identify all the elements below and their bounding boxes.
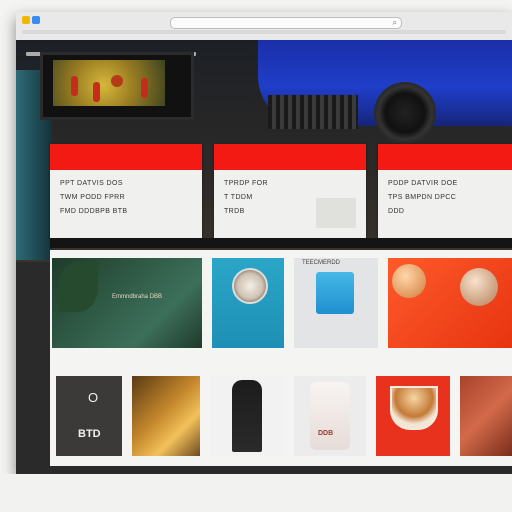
gallery-tile-apparel[interactable]: DDB — [294, 376, 366, 456]
card-text-line: FMD DDDBPB BTB — [60, 208, 128, 215]
gallery-tile-market[interactable] — [460, 376, 512, 456]
promo-card[interactable]: TPRDP FOR T TDDM TRDB — [214, 144, 366, 238]
orb-image — [392, 264, 426, 298]
tab-favicon[interactable] — [22, 16, 30, 24]
card-text-line: TWM PODD FPRR — [60, 194, 126, 201]
orb-image — [460, 268, 498, 306]
monitor-image — [40, 52, 194, 120]
gallery-tile-amber[interactable] — [132, 376, 200, 456]
card-header — [50, 144, 202, 170]
card-text-line: PPT DATVIS DOS — [60, 180, 123, 187]
product-gallery: Emmndbraha DBB TEECMERDD O BTD DDB — [50, 250, 512, 466]
tile-caption: TEECMERDD — [302, 260, 341, 266]
watch-icon — [232, 268, 268, 304]
monitor-screen — [53, 60, 165, 106]
gallery-tile-orange[interactable] — [388, 258, 512, 348]
card-thumbnail — [316, 198, 356, 228]
screen-figure — [141, 78, 148, 98]
card-text-line: PDDP DATVIR DOE — [388, 180, 458, 187]
hero-banner: PPT DATVIS DOS TWM PODD FPRR FMD DDDBPB … — [16, 40, 512, 262]
address-bar[interactable]: ⌕ — [170, 17, 402, 29]
tile-caption: BTD — [78, 428, 101, 440]
tile-caption: DDB — [318, 430, 334, 437]
gallery-tile-watch[interactable] — [212, 258, 284, 348]
shirt-image — [310, 382, 350, 450]
gallery-tile-fashion[interactable] — [210, 376, 284, 456]
machine-wheel — [374, 82, 436, 144]
promo-card[interactable]: PPT DATVIS DOS TWM PODD FPRR FMD DDDBPB … — [50, 144, 202, 238]
card-text-line: TPS BMPDN DPCC — [388, 194, 457, 201]
browser-chrome: ⌕ — [16, 12, 512, 41]
screen-figure — [71, 76, 78, 96]
screen-figure — [93, 82, 100, 102]
card-text-line: TPRDP FOR — [224, 180, 268, 187]
blue-machine-image — [258, 40, 512, 144]
cup-image — [390, 386, 438, 430]
browser-window: ⌕ PPT DATVIS DOS TWM PODD FPRR FMD DDDBP… — [16, 12, 512, 474]
search-icon[interactable]: ⌕ — [393, 18, 397, 28]
gallery-tile-dark[interactable]: O BTD — [56, 376, 122, 456]
gallery-tile-plants[interactable]: Emmndbraha DBB — [52, 258, 202, 348]
card-text-line: TRDB — [224, 208, 245, 215]
tile-badge: O — [88, 390, 99, 405]
gallery-tile-gadget[interactable]: TEECMERDD — [294, 258, 378, 348]
card-header — [378, 144, 512, 170]
bookmarks-bar — [22, 30, 506, 34]
machine-grille — [268, 95, 358, 129]
card-text-line: T TDDM — [224, 194, 253, 201]
page-background — [0, 474, 512, 512]
figure-image — [232, 380, 262, 452]
gallery-tile-cup[interactable] — [376, 376, 450, 456]
top-navigation — [26, 43, 206, 56]
screen-ball — [111, 75, 123, 87]
card-text-line: DDD — [388, 208, 405, 215]
card-header — [214, 144, 366, 170]
promo-card[interactable]: PDDP DATVIR DOE TPS BMPDN DPCC DDD — [378, 144, 512, 238]
divider-strip — [50, 238, 512, 248]
leaf-shape — [58, 262, 98, 312]
tile-caption: Emmndbraha DBB — [112, 294, 163, 300]
tab-favicon-secondary[interactable] — [32, 16, 40, 24]
device-image — [316, 272, 354, 314]
